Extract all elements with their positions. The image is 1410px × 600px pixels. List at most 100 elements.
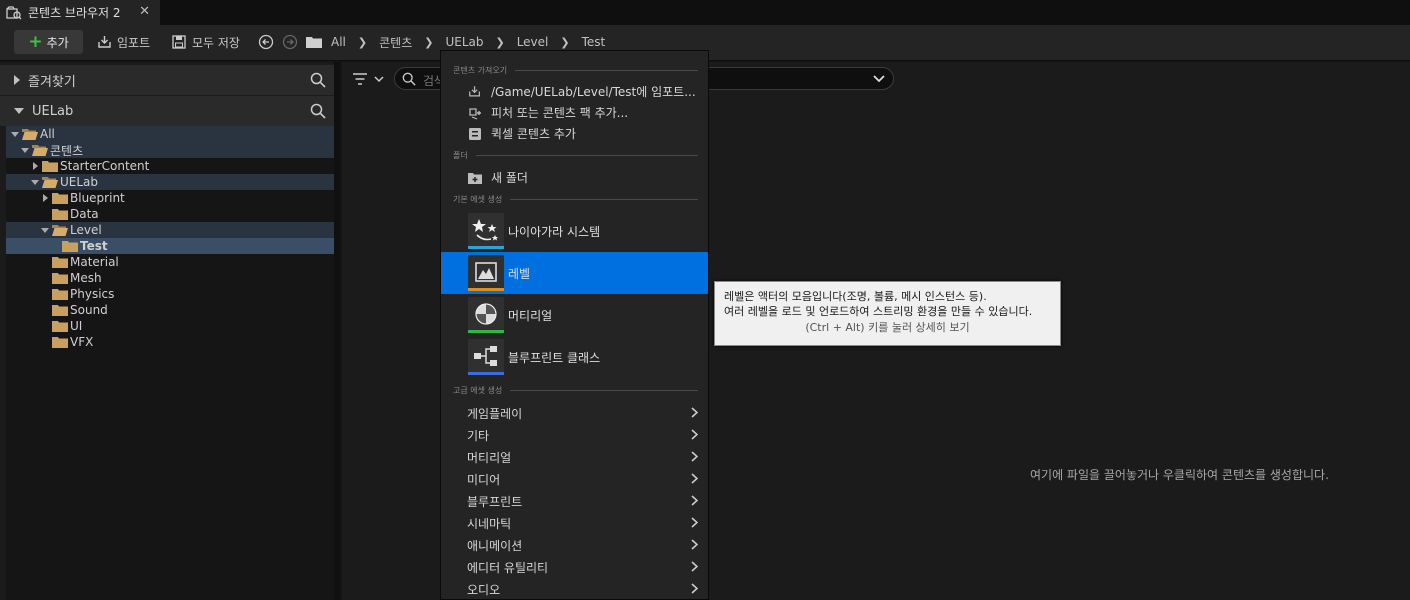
menu-item-label: 미디어 <box>467 472 501 487</box>
tree-item[interactable]: Sound <box>6 302 334 318</box>
folder-icon <box>42 160 58 172</box>
menu-item-submenu[interactable]: 게임플레이 <box>441 402 708 424</box>
menu-item-submenu[interactable]: 시네마틱 <box>441 512 708 534</box>
menu-item-label: 에디터 유틸리티 <box>467 560 549 575</box>
chevron-right-icon <box>691 451 699 465</box>
breadcrumb-item[interactable]: UELab <box>445 35 483 49</box>
chevron-right-icon <box>691 407 699 421</box>
menu-item-submenu[interactable]: 기타 <box>441 424 708 446</box>
menu-item-label: 애니메이션 <box>467 538 523 553</box>
tree-item-label: Physics <box>70 287 115 301</box>
close-icon[interactable]: ✕ <box>139 4 150 19</box>
chevron-right-icon <box>691 429 699 443</box>
chevron-right-icon <box>691 539 699 553</box>
menu-item-label: 블루프린트 클래스 <box>508 350 601 365</box>
chevron-right-icon <box>691 583 699 597</box>
tree-item[interactable]: All <box>6 126 334 142</box>
tree-item-label: UELab <box>60 175 99 189</box>
chevron-right-icon[interactable]: ❯ <box>495 36 504 49</box>
tree-item[interactable]: Data <box>6 206 334 222</box>
tree-item[interactable]: Blueprint <box>6 190 334 206</box>
tooltip-line: 레벨은 액터의 모음입니다(조명, 볼륨, 메시 인스턴스 등). <box>724 290 987 303</box>
menu-item-submenu[interactable]: 머티리얼 <box>441 446 708 468</box>
tree-item[interactable]: Mesh <box>6 270 334 286</box>
feature-pack-icon <box>467 106 483 120</box>
collapse-arrow-icon[interactable] <box>30 177 40 187</box>
favorites-header[interactable]: 즐겨찾기 <box>0 65 340 95</box>
tree-item[interactable]: VFX <box>6 334 334 350</box>
save-all-button[interactable]: 모두 저장 <box>172 33 240 51</box>
tree-item[interactable]: Test <box>6 238 334 254</box>
favorites-label: 즐겨찾기 <box>28 74 76 90</box>
search-icon[interactable] <box>310 103 326 119</box>
tree-item[interactable]: 콘텐츠 <box>6 142 334 158</box>
tree-item[interactable]: UI <box>6 318 334 334</box>
menu-item-feature-pack[interactable]: 피처 또는 콘텐츠 팩 추가... <box>441 102 708 123</box>
search-icon[interactable] <box>310 72 326 88</box>
menu-item-quixel[interactable]: 퀵셀 콘텐츠 추가 <box>441 123 708 144</box>
tree-item-label: Material <box>70 255 119 269</box>
chevron-down-icon[interactable] <box>873 75 885 83</box>
menu-item-basic-asset[interactable]: 나이아가라 시스템 <box>441 210 708 252</box>
back-arrow-icon[interactable] <box>258 34 274 50</box>
menu-item-basic-asset[interactable]: 블루프린트 클래스 <box>441 336 708 378</box>
breadcrumb-item[interactable]: 콘텐츠 <box>379 34 412 51</box>
menu-item-new-folder[interactable]: 새 폴더 <box>441 167 708 188</box>
chevron-right-icon[interactable]: ❯ <box>560 36 569 49</box>
scrollbar[interactable] <box>334 62 340 600</box>
menu-item-submenu[interactable]: 미디어 <box>441 468 708 490</box>
breadcrumb-item[interactable]: Test <box>582 35 606 49</box>
quixel-icon <box>467 127 483 141</box>
tree-item-label: Mesh <box>70 271 102 285</box>
folder-open-icon <box>52 224 68 236</box>
section-folder: 폴더 <box>453 149 698 161</box>
menu-item-label: 시네마틱 <box>467 516 512 531</box>
folder-open-icon <box>32 144 48 156</box>
expand-arrow-icon[interactable] <box>30 161 40 171</box>
material-icon <box>468 297 504 333</box>
tree-item[interactable]: Level <box>6 222 334 238</box>
tree-item-label: Level <box>70 223 102 237</box>
chevron-right-icon[interactable]: ❯ <box>358 36 367 49</box>
add-button[interactable]: + 추가 <box>14 30 83 54</box>
expand-arrow-icon[interactable] <box>40 193 50 203</box>
menu-item-submenu[interactable]: 에디터 유틸리티 <box>441 556 708 578</box>
blueprint-icon <box>468 339 504 375</box>
collapse-arrow-icon[interactable] <box>40 225 50 235</box>
tree-item[interactable]: UELab <box>6 174 334 190</box>
tree-item[interactable]: Physics <box>6 286 334 302</box>
collapse-arrow-icon[interactable] <box>20 145 30 155</box>
chevron-right-icon[interactable]: ❯ <box>424 36 433 49</box>
menu-item-label: 오디오 <box>467 582 501 597</box>
breadcrumb-item[interactable]: Level <box>517 35 549 49</box>
breadcrumb-item[interactable]: All <box>331 35 346 49</box>
menu-item-basic-asset[interactable]: 레벨 <box>441 252 708 294</box>
folder-open-icon <box>42 176 58 188</box>
tab-bar: 콘텐츠 브라우저 2 ✕ <box>0 0 1410 25</box>
tab-content-browser[interactable]: 콘텐츠 브라우저 2 ✕ <box>0 0 160 25</box>
filter-icon[interactable] <box>352 71 384 87</box>
chevron-right-icon <box>691 495 699 509</box>
folder-open-icon <box>22 128 38 140</box>
menu-item-submenu[interactable]: 오디오 <box>441 578 708 600</box>
menu-item-import[interactable]: /Game/UELab/Level/Test에 임포트... <box>441 81 708 102</box>
tree-item[interactable]: Material <box>6 254 334 270</box>
folder-icon <box>52 192 68 204</box>
collapse-arrow-icon[interactable] <box>10 129 20 139</box>
tree-item-label: All <box>40 127 55 141</box>
project-header[interactable]: UELab <box>0 96 340 126</box>
tab-title: 콘텐츠 브라우저 2 <box>28 6 121 20</box>
menu-item-submenu[interactable]: 애니메이션 <box>441 534 708 556</box>
menu-item-label: 머티리얼 <box>467 450 512 465</box>
tree-item[interactable]: StarterContent <box>6 158 334 174</box>
add-button-label: 추가 <box>46 35 69 50</box>
forward-arrow-icon[interactable] <box>282 34 298 50</box>
folder-icon <box>52 304 68 316</box>
save-all-label: 모두 저장 <box>192 35 240 50</box>
menu-item-basic-asset[interactable]: 머티리얼 <box>441 294 708 336</box>
menu-item-submenu[interactable]: 블루프린트 <box>441 490 708 512</box>
import-button[interactable]: 임포트 <box>97 33 150 51</box>
